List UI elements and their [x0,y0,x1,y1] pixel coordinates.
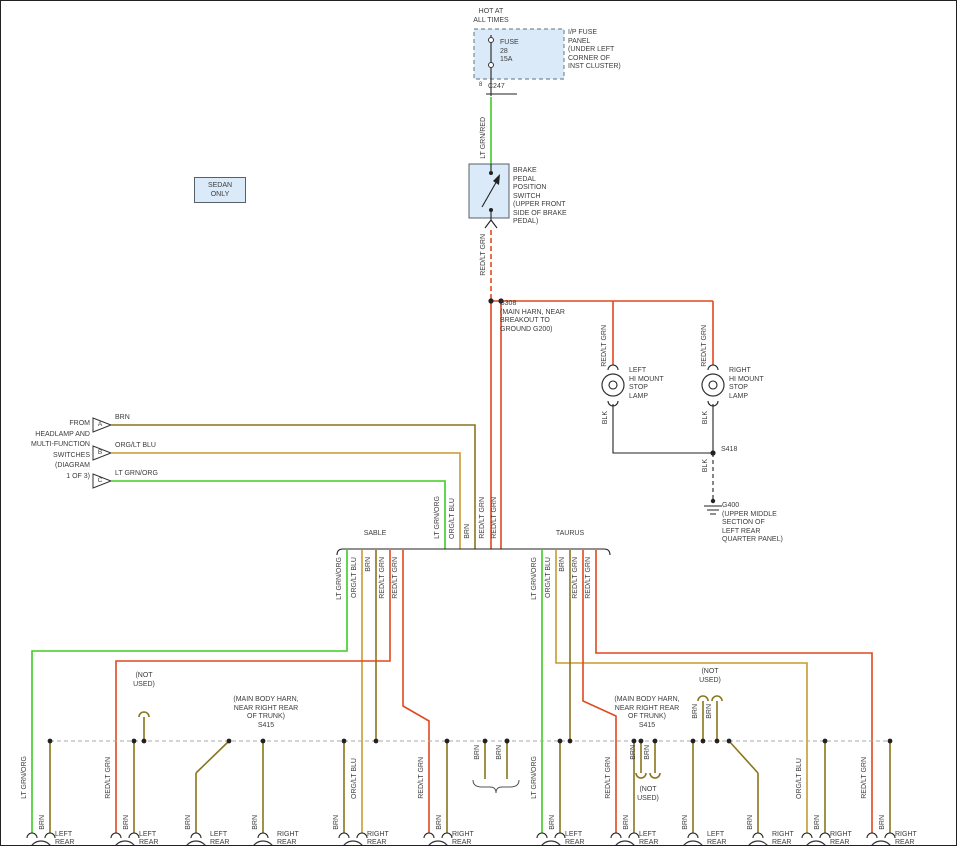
wire-label-lt-grn-org: LT GRN/ORG [336,557,345,600]
s415-splice-label-right: (MAIN BODY HARN, NEAR RIGHT REAR OF TRUN… [595,696,699,730]
from-headlamp-label: FROM HEADLAMP AND MULTI-FUNCTION SWITCHE… [9,419,90,482]
wire-label-red-lt-grn: RED/LT GRN [601,325,610,367]
wire-label-brn: BRN [185,815,194,830]
sable-branch-wires [32,550,429,833]
wire-label-red-lt-grn: RED/LT GRN [585,557,594,599]
rear-lamp-label: RIGHT REAR [452,831,474,846]
wire-label-red-lt-grn: RED/LT GRN [701,325,710,367]
wire-label-org-lt-blu: ORG/LT BLU [115,442,156,451]
wire-label-blk: BLK [702,459,711,472]
not-used-label-left: (NOT USED) [122,672,166,689]
wire-label-red-lt-grn: RED/LT GRN [572,557,581,599]
ground-symbol [704,506,722,514]
wire-label-lt-grn-org: LT GRN/ORG [531,557,540,600]
wire-label-org-lt-blu: ORG/LT BLU [545,557,554,598]
wire-label-brn: BRN [464,524,473,539]
wire-label-red-lt-grn: RED/LT GRN [861,757,870,799]
wire-label-red-lt-grn: RED/LT GRN [491,497,500,539]
wire-label-brn: BRN [692,704,701,719]
continuation-brace [473,780,519,793]
sable-taurus-bracket [337,549,610,555]
rear-lamp-label: RIGHT REAR [277,831,299,846]
brn-drop-wires [50,741,890,833]
wire-label-red-lt-grn: RED/LT GRN [105,757,114,799]
ip-fuse-panel-label: I/P FUSE PANEL (UNDER LEFT CORNER OF INS… [568,29,621,72]
hot-at-all-times-label: HOT AT ALL TIMES [457,8,525,25]
wire-label-org-lt-blu: ORG/LT BLU [449,498,458,539]
s418-splice-label: S418 [721,446,737,455]
wire-label-red-lt-grn: RED/LT GRN [605,757,614,799]
wire-label-org-lt-blu: ORG/LT BLU [796,758,805,799]
rear-lamp-label: LEFT REAR [707,831,726,846]
rear-lamp-label: RIGHT REAR [367,831,389,846]
fuse-box [474,29,564,79]
wire-label-brn: BRN [630,745,639,760]
wire-label-lt-grn-org: LT GRN/ORG [434,496,443,539]
source-wires [111,425,475,549]
wire-label-red-lt-grn: RED/LT GRN [379,557,388,599]
s308-splice-label: S308 (MAIN HARN, NEAR BREAKOUT TO GROUND… [500,300,565,334]
taurus-branch-label: TAURUS [540,530,600,539]
fuse-label: FUSE 28 15A [500,39,519,65]
wire-label-red-lt-grn: RED/LT GRN [479,497,488,539]
wire-label-org-lt-blu: ORG/LT BLU [351,557,360,598]
g400-ground-label: G400 (UPPER MIDDLE SECTION OF LEFT REAR … [722,502,783,545]
wire-label-brn: BRN [879,815,888,830]
left-hi-mount-lamp-symbol [602,365,624,406]
wire-label-blk: BLK [702,411,711,424]
rear-lamp-label: RIGHT REAR [895,831,917,846]
rear-lamp-label: LEFT REAR [139,831,158,846]
wire-label-lt-grn-red: LT GRN/RED [480,117,489,159]
right-hi-mount-lamp-label: RIGHT HI MOUNT STOP LAMP [729,367,764,401]
rear-lamp-label: RIGHT REAR [772,831,794,846]
wire-label-lt-grn-org: LT GRN/ORG [21,756,30,799]
wire-label-org-lt-blu: ORG/LT BLU [351,758,360,799]
wire-label-red-lt-grn: RED/LT GRN [392,557,401,599]
wire-label-lt-grn-org: LT GRN/ORG [531,756,540,799]
not-used-label-bottom: (NOT USED) [626,786,670,803]
wire-label-brn: BRN [623,815,632,830]
left-hi-mount-lamp-label: LEFT HI MOUNT STOP LAMP [629,367,664,401]
wire-label-brn: BRN [123,815,132,830]
wire-label-brn: BRN [365,557,374,572]
rear-lamp-label: RIGHT REAR [830,831,852,846]
pin-number-label: 8 [479,81,482,90]
wire-label-brn: BRN [549,815,558,830]
wire-label-brn: BRN [436,815,445,830]
wire-label-brn: BRN [706,704,715,719]
connector-a-letter: A [94,421,106,430]
brake-switch-box [469,164,509,218]
wire-label-brn: BRN [814,815,823,830]
wire-label-lt-grn-org: LT GRN/ORG [115,470,158,479]
rear-lamp-label: LEFT REAR [565,831,584,846]
wire-label-brn: BRN [644,745,653,760]
wire-label-blk: BLK [602,411,611,424]
wiring-lines [1,1,957,846]
wire-label-brn: BRN [747,815,756,830]
wire-label-brn: BRN [115,414,130,423]
sable-branch-label: SABLE [345,530,405,539]
rear-lamp-label: LEFT REAR [210,831,229,846]
wire-label-brn: BRN [39,815,48,830]
wire-label-red-lt-grn: RED/LT GRN [418,757,427,799]
rear-lamp-label: LEFT REAR [639,831,658,846]
s415-splice-label-left: (MAIN BODY HARN, NEAR RIGHT REAR OF TRUN… [214,696,318,730]
wire-label-brn: BRN [333,815,342,830]
wire-label-red-lt-grn: RED/LT GRN [480,234,489,276]
not-used-label-right: (NOT USED) [688,668,732,685]
wire-label-brn: BRN [682,815,691,830]
wire-label-brn: BRN [559,557,568,572]
wire-label-brn: BRN [496,745,505,760]
rear-lamp-label: LEFT REAR [55,831,74,846]
wiring-diagram-canvas: HOT AT ALL TIMES FUSE 28 15A I/P FUSE PA… [0,0,957,846]
connector-c247-label: C247 [488,83,505,92]
right-hi-mount-lamp-symbol [702,365,724,406]
connector-c-letter: C [94,477,106,486]
wire-label-brn: BRN [252,815,261,830]
sedan-only-box: SEDAN ONLY [194,177,246,203]
wire-label-brn: BRN [474,745,483,760]
brake-switch-label: BRAKE PEDAL POSITION SWITCH (UPPER FRONT… [513,167,567,227]
brake-switch-symbol [469,164,509,228]
connector-b-letter: B [94,449,106,458]
